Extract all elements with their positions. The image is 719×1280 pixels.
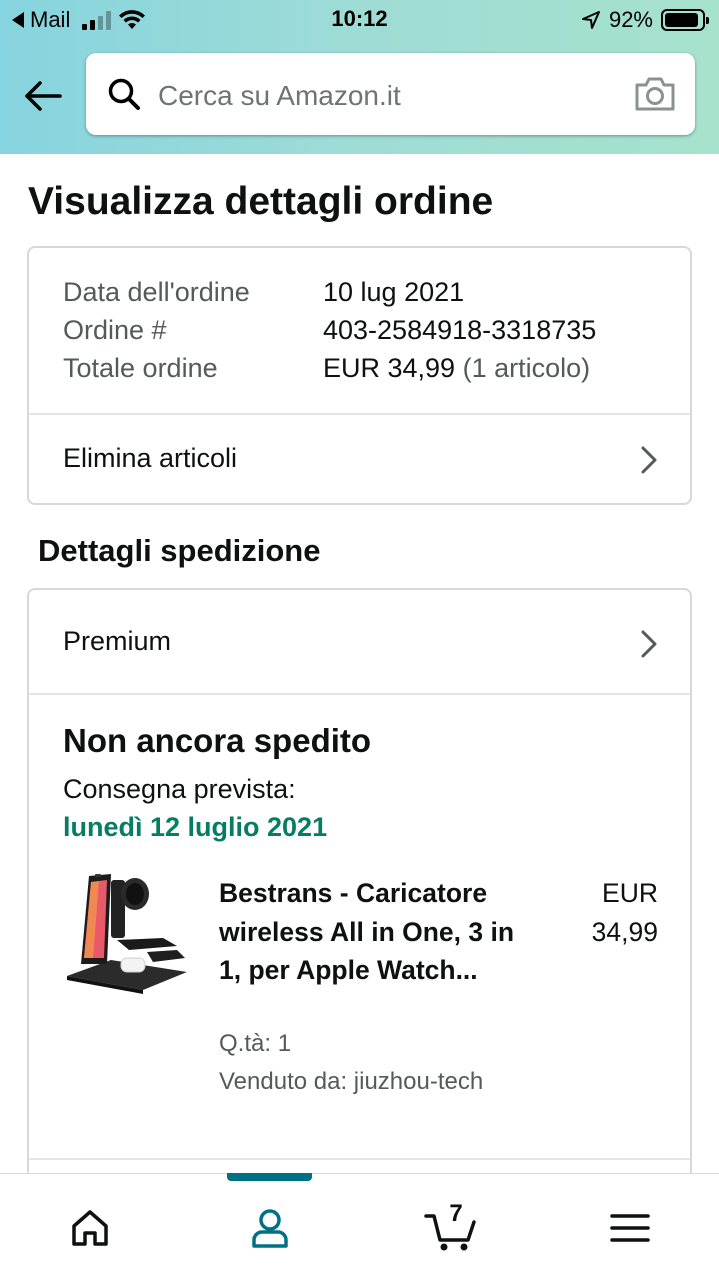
delete-items-row[interactable]: Elimina articoli — [29, 415, 690, 503]
delete-items-label: Elimina articoli — [63, 443, 238, 473]
account-icon[interactable] — [246, 1204, 294, 1252]
camera-icon[interactable] — [633, 75, 677, 113]
battery-icon — [661, 9, 709, 31]
order-number-value: 403-2584918-3318735 — [323, 315, 597, 345]
product-quantity: Q.tà: 1 — [219, 1030, 292, 1057]
home-icon[interactable] — [66, 1204, 114, 1252]
order-summary-card: Data dell'ordine 10 lug 2021 Ordine # 40… — [27, 246, 692, 505]
back-arrow-icon[interactable] — [22, 78, 62, 114]
product-price-amount: 34,99 — [591, 916, 658, 947]
battery-percent: 92% — [608, 7, 653, 32]
product-title[interactable]: Bestrans - Caricatore wireless All in On… — [219, 874, 539, 990]
shipping-section-title: Dettagli spedizione — [38, 533, 321, 568]
cart-count-badge: 7 — [449, 1200, 463, 1227]
status-bar: Mail 10:12 92% — [0, 0, 719, 40]
product-seller: Venduto da: jiuzhou-tech — [219, 1068, 484, 1095]
delivery-label: Consegna prevista: — [63, 774, 296, 804]
order-number-label: Ordine # — [63, 315, 167, 345]
search-icon — [108, 78, 140, 110]
product-image[interactable] — [59, 868, 189, 998]
delivery-date: lunedì 12 luglio 2021 — [63, 812, 328, 842]
search-input[interactable]: Cerca su Amazon.it — [86, 53, 695, 135]
order-date-value: 10 lug 2021 — [323, 277, 465, 307]
location-arrow-icon — [581, 11, 600, 29]
chevron-right-icon — [641, 630, 657, 658]
shipping-method-row[interactable]: Premium — [29, 590, 690, 693]
menu-icon[interactable] — [606, 1204, 654, 1252]
divider — [29, 1158, 690, 1160]
order-total-amount: EUR 34,99 — [323, 353, 456, 383]
order-date-label: Data dell'ordine — [63, 277, 250, 307]
page-title: Visualizza dettagli ordine — [28, 180, 494, 223]
shipping-card: Premium Non ancora spedito Consegna prev… — [27, 588, 692, 1208]
order-total-value: EUR 34,99 (1 articolo) — [323, 353, 590, 384]
header: Mail 10:12 92% Cerca su Amazon.it — [0, 0, 719, 154]
divider — [29, 693, 690, 695]
product-price: EUR 34,99 — [592, 874, 658, 951]
product-price-currency: EUR — [602, 878, 658, 908]
active-tab-indicator — [227, 1173, 312, 1181]
bottom-nav: 7 — [0, 1173, 719, 1280]
shipment-status: Non ancora spedito — [63, 722, 372, 759]
shipping-method-label: Premium — [63, 626, 172, 656]
order-total-items: (1 articolo) — [462, 353, 591, 383]
chevron-right-icon — [641, 446, 657, 474]
search-placeholder: Cerca su Amazon.it — [158, 80, 401, 111]
order-total-label: Totale ordine — [63, 353, 218, 383]
